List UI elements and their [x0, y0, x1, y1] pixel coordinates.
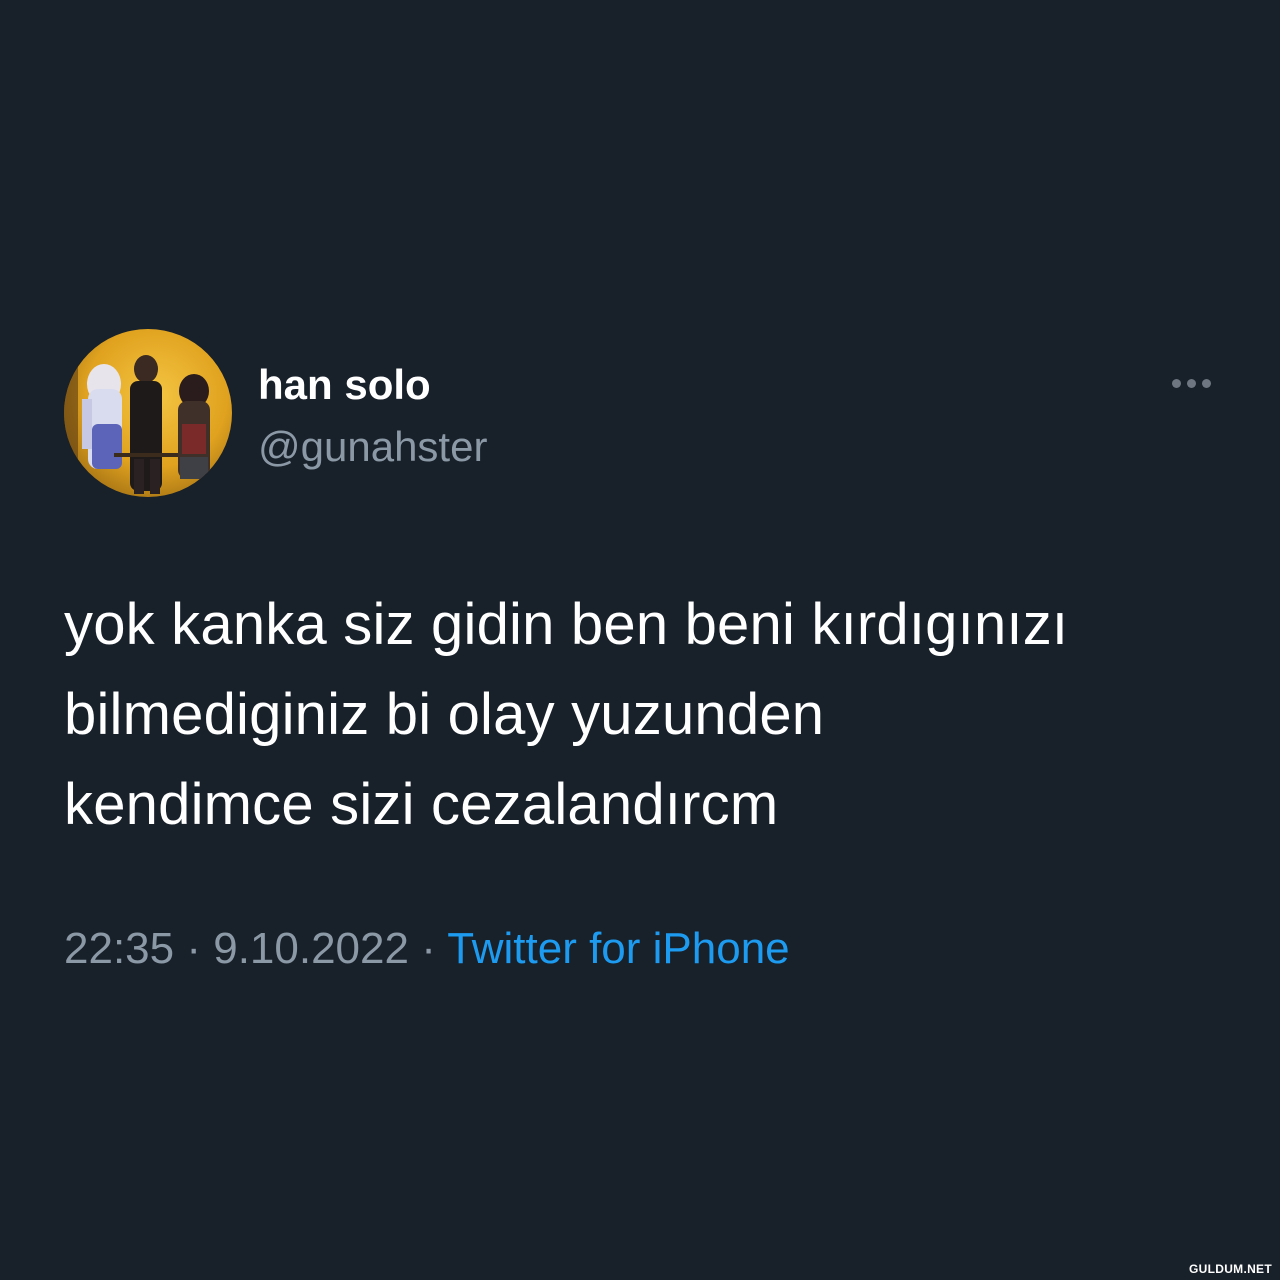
- display-name[interactable]: han solo: [258, 360, 431, 410]
- avatar-image: [64, 329, 232, 497]
- tweet-source-link[interactable]: Twitter for iPhone: [447, 924, 789, 973]
- tweet-time[interactable]: 22:35: [64, 924, 174, 973]
- tweet-text: yok kanka siz gidin ben beni kırdıgınızı…: [64, 592, 1069, 837]
- tweet-card: han solo @gunahster yok kanka siz gidin …: [0, 0, 1280, 1280]
- watermark: GULDUM.NET: [1189, 1262, 1272, 1276]
- avatar[interactable]: [64, 329, 232, 497]
- meta-separator: ·: [174, 924, 214, 973]
- tweet-date[interactable]: 9.10.2022: [213, 924, 409, 973]
- meta-separator: ·: [408, 924, 448, 973]
- tweet-metadata: 22:35 · 9.10.2022 · Twitter for iPhone: [64, 922, 790, 976]
- more-options-button[interactable]: [1164, 368, 1218, 398]
- ellipsis-icon: [1164, 378, 1218, 388]
- user-handle[interactable]: @gunahster: [258, 422, 487, 472]
